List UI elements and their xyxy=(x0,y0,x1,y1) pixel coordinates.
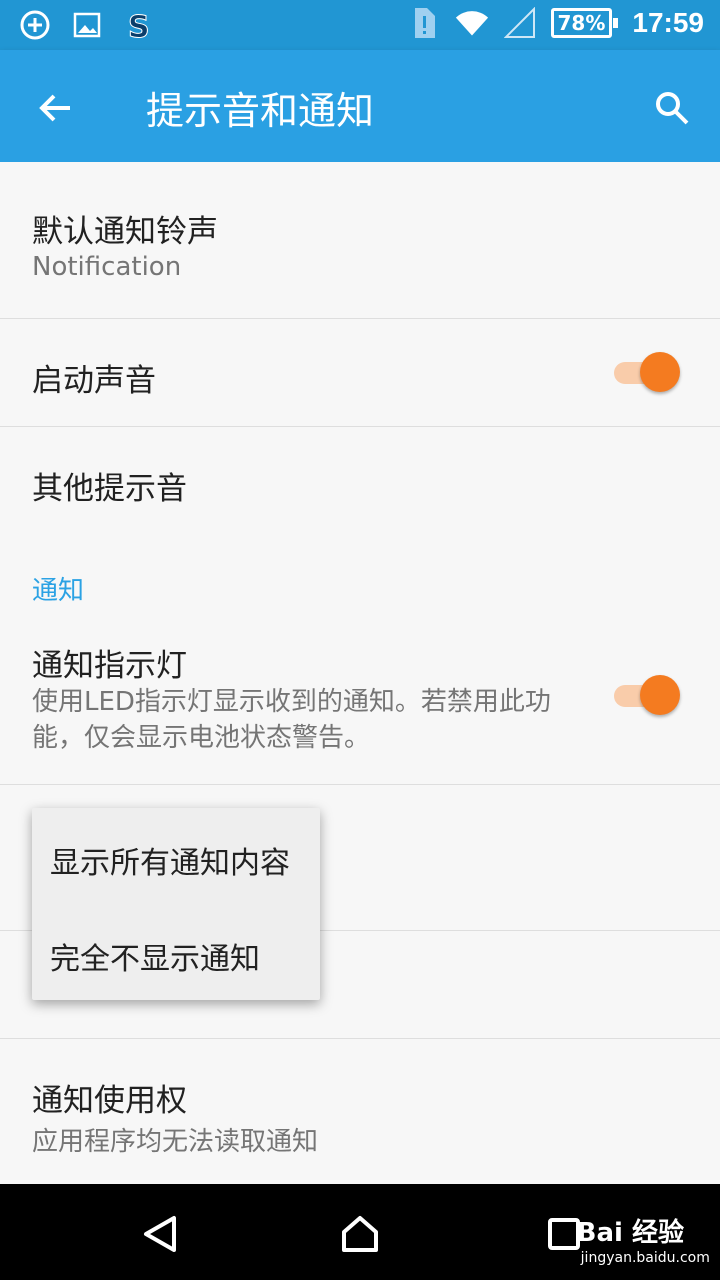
status-left-icons: S xyxy=(18,8,156,42)
status-right-icons: 78% 17:59 xyxy=(407,6,704,40)
boot-sound-switch[interactable] xyxy=(612,352,684,392)
watermark-sub: jingyan.baidu.com xyxy=(580,1250,710,1266)
navigation-bar: Bai 经验 jingyan.baidu.com xyxy=(0,1184,720,1280)
add-circle-icon xyxy=(18,8,52,42)
notification-content-popup: 显示所有通知内容 完全不显示通知 xyxy=(32,808,320,1000)
notification-access-row[interactable]: 通知使用权 应用程序均无法读取通知 xyxy=(0,1039,720,1184)
popup-option-show-all[interactable]: 显示所有通知内容 xyxy=(50,838,290,882)
page-title: 提示音和通知 xyxy=(146,89,375,133)
search-icon xyxy=(656,92,689,125)
nav-back-icon xyxy=(144,1216,176,1252)
battery-level: 78% xyxy=(550,8,613,38)
notification-light-row[interactable]: 通知指示灯 使用LED指示灯显示收到的通知。若禁用此功能，仅会显示电池状态警告。 xyxy=(0,622,720,784)
s-app-icon: S xyxy=(122,8,156,42)
baidu-watermark: Bai 经验 jingyan.baidu.com xyxy=(576,1212,710,1266)
notification-light-description: 使用LED指示灯显示收到的通知。若禁用此功能，仅会显示电池状态警告。 xyxy=(32,687,551,753)
section-header-notifications: 通知 xyxy=(32,576,85,606)
notification-light-switch[interactable] xyxy=(612,675,684,715)
status-time: 17:59 xyxy=(632,7,704,38)
svg-text:S: S xyxy=(128,10,150,41)
switch-thumb xyxy=(640,352,680,392)
app-bar: 提示音和通知 xyxy=(0,50,720,162)
battery-indicator: 78% xyxy=(550,8,619,38)
nav-home-icon xyxy=(342,1216,378,1252)
arrow-back-icon xyxy=(39,94,70,122)
default-ringtone-row[interactable]: 默认通知铃声 Notification xyxy=(0,162,720,318)
sim-alert-icon xyxy=(407,6,441,40)
wifi-icon xyxy=(455,6,489,40)
switch-thumb xyxy=(640,675,680,715)
boot-sound-row[interactable]: 启动声音 xyxy=(0,319,720,426)
settings-list: 默认通知铃声 Notification 启动声音 其他提示音 通知 通知指示灯 … xyxy=(0,162,720,1184)
notification-access-value: 应用程序均无法读取通知 xyxy=(32,1127,319,1157)
boot-sound-title: 启动声音 xyxy=(32,363,156,399)
status-bar: S 78% 17:59 xyxy=(0,0,720,50)
other-sounds-row[interactable]: 其他提示音 xyxy=(0,427,720,527)
back-button[interactable] xyxy=(32,84,80,132)
gallery-icon xyxy=(70,8,104,42)
notification-light-title: 通知指示灯 xyxy=(32,648,187,684)
nav-home-button[interactable] xyxy=(336,1210,384,1258)
notification-access-title: 通知使用权 xyxy=(32,1083,187,1119)
popup-option-hide-all[interactable]: 完全不显示通知 xyxy=(50,934,260,978)
battery-tip xyxy=(613,18,619,28)
search-button[interactable] xyxy=(648,84,696,132)
watermark-main: Bai 经验 xyxy=(576,1218,684,1248)
other-sounds-title: 其他提示音 xyxy=(32,471,187,507)
default-ringtone-value: Notification xyxy=(32,252,182,282)
default-ringtone-title: 默认通知铃声 xyxy=(32,214,218,250)
nav-back-button[interactable] xyxy=(136,1210,184,1258)
cell-signal-icon xyxy=(503,6,537,40)
